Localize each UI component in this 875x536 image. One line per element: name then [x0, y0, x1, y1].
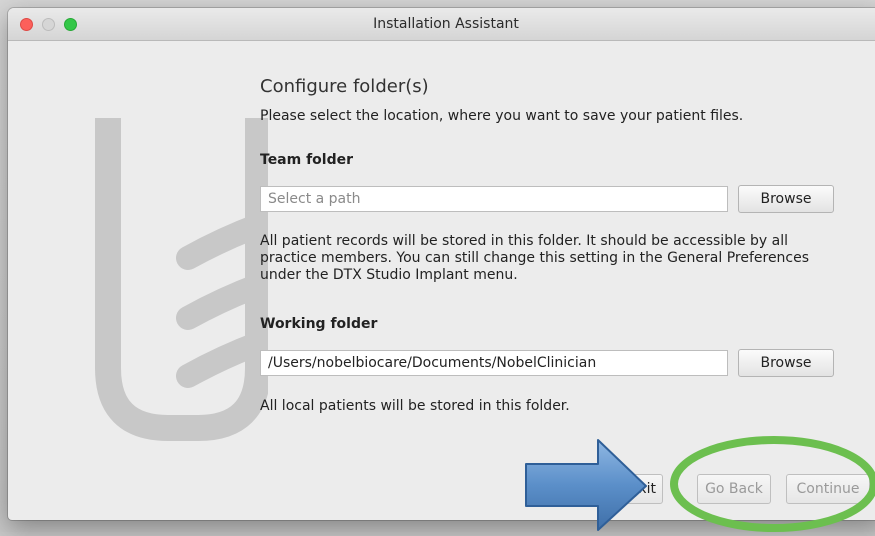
- team-folder-path-input[interactable]: [260, 186, 728, 212]
- right-arrow-annotation-icon: [525, 439, 647, 531]
- team-folder-description: All patient records will be stored in th…: [260, 233, 840, 284]
- team-folder-browse-button[interactable]: Browse: [738, 185, 834, 213]
- team-folder-description-line: practice members. You can still change t…: [260, 250, 810, 266]
- window-title: Installation Assistant: [373, 16, 519, 32]
- working-folder-label: Working folder: [260, 316, 378, 332]
- page-intro: Please select the location, where you wa…: [260, 108, 744, 124]
- working-folder-description: All local patients will be stored in thi…: [260, 398, 570, 414]
- working-folder-path-input[interactable]: [260, 350, 728, 376]
- team-folder-description-line: under the DTX Studio Implant menu.: [260, 267, 518, 283]
- working-folder-browse-button[interactable]: Browse: [738, 349, 834, 377]
- ellipse-highlight-annotation-icon: [670, 436, 875, 532]
- page-heading: Configure folder(s): [260, 76, 429, 97]
- team-folder-description-line: All patient records will be stored in th…: [260, 233, 789, 249]
- team-folder-label: Team folder: [260, 152, 354, 168]
- dtx-logo-watermark-icon: [88, 118, 280, 458]
- window-titlebar[interactable]: Installation Assistant: [8, 8, 875, 41]
